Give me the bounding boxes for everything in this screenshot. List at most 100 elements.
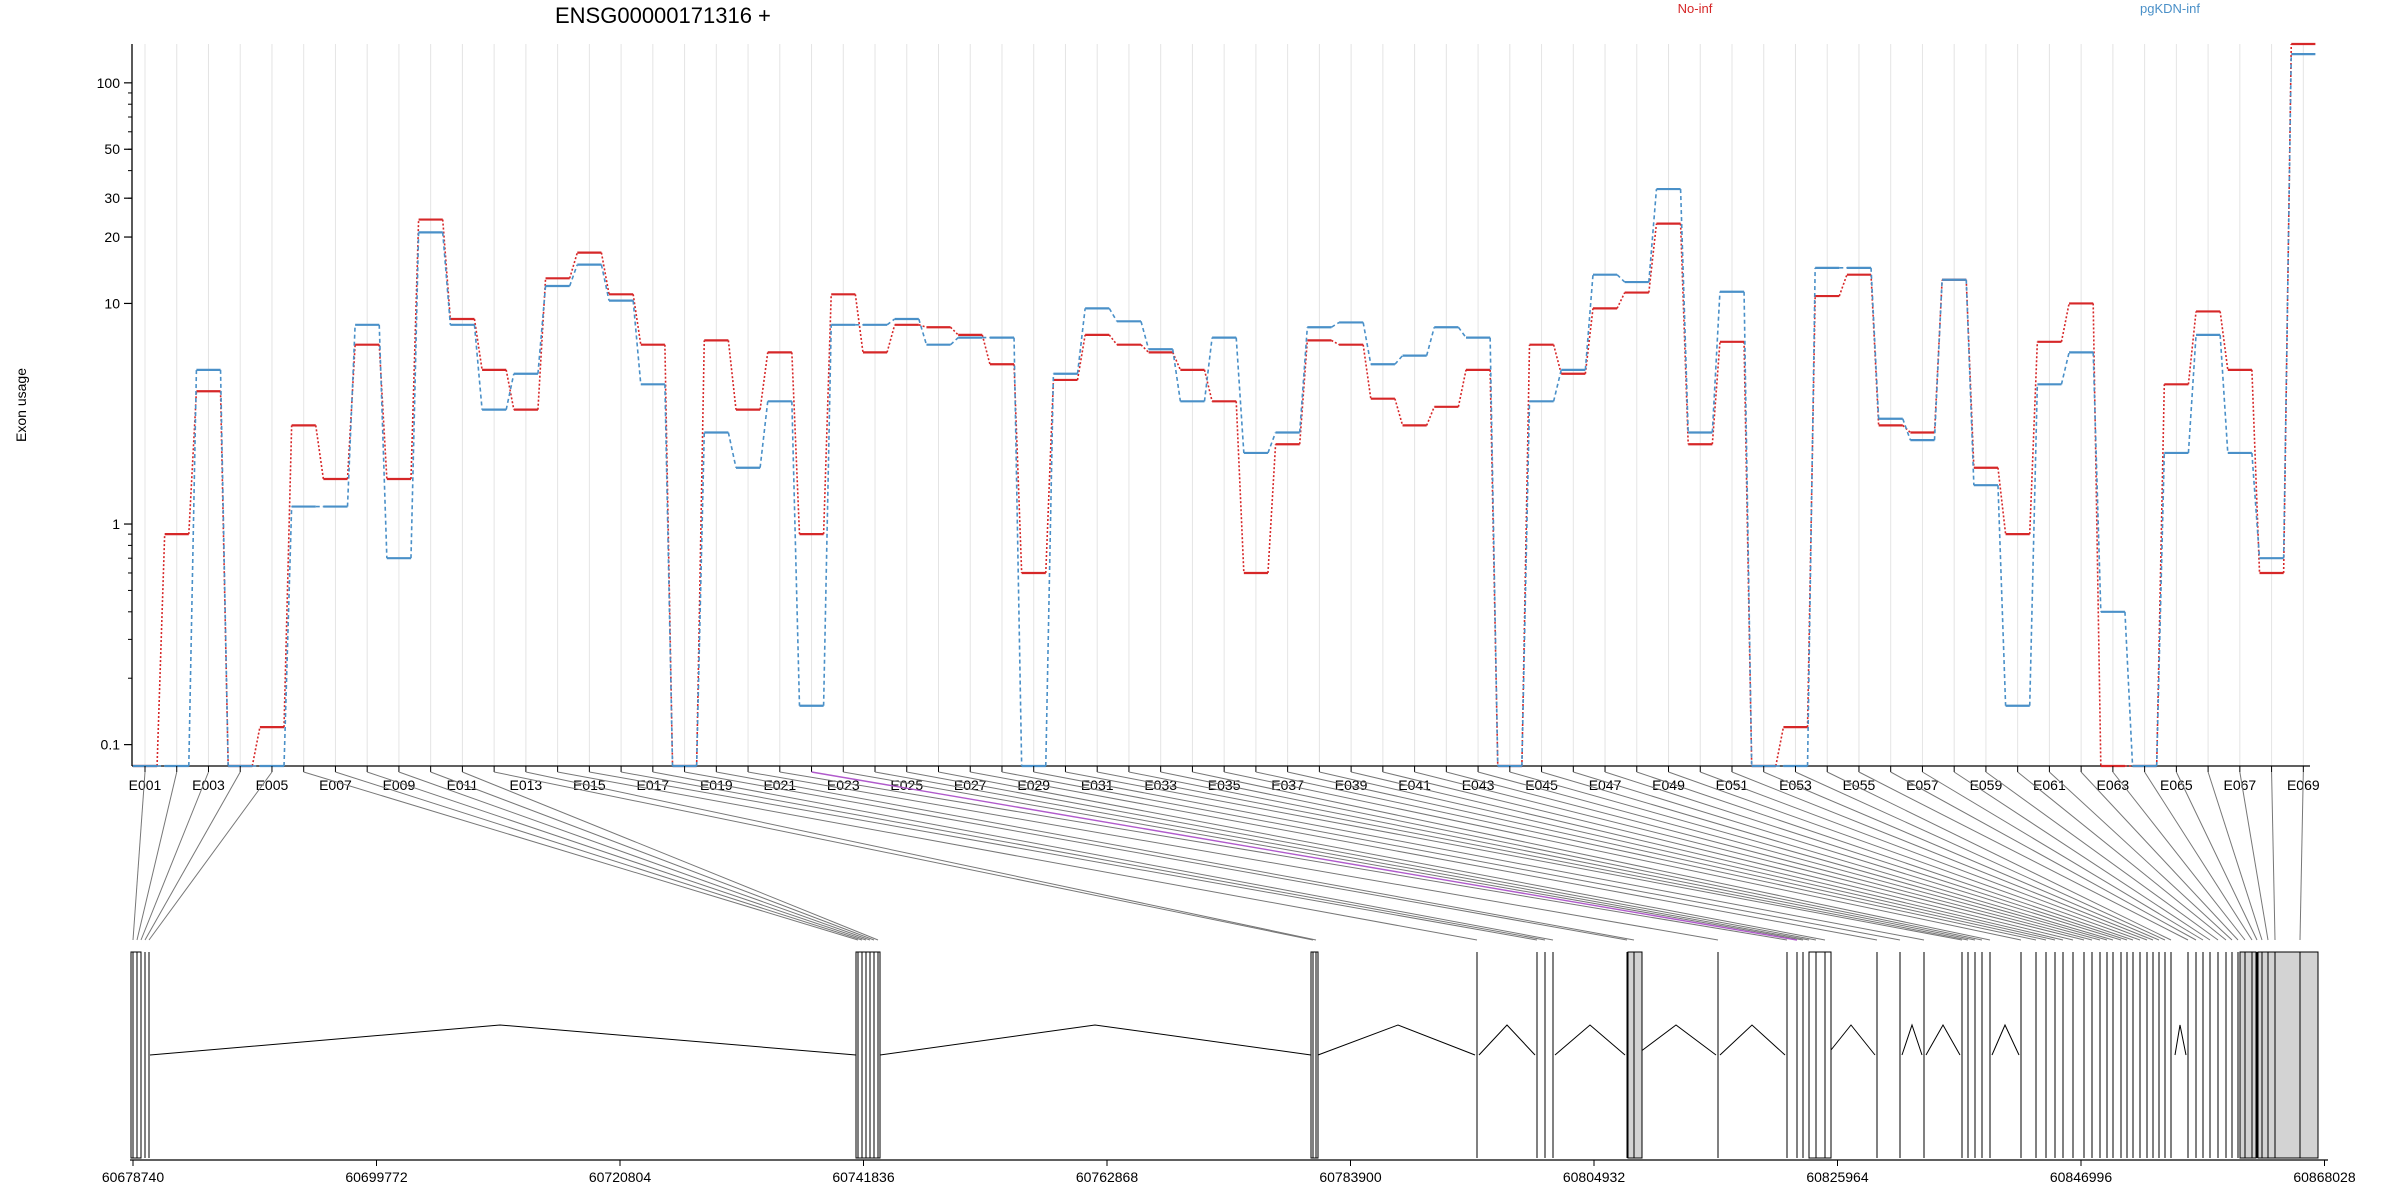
- connector-line: [886, 318, 896, 326]
- connector-line: [1394, 355, 1404, 365]
- genomic-tick-label: 60783900: [1319, 1169, 1382, 1185]
- exon-connector: [1446, 771, 2093, 941]
- x-tick-label: E005: [256, 777, 289, 793]
- connector-line: [759, 352, 769, 410]
- x-tick-label: E031: [1081, 777, 1114, 793]
- intron: [1719, 1024, 1786, 1056]
- exon-connector: [1319, 771, 2056, 941]
- connector-line: [1362, 344, 1372, 399]
- connector-line: [1679, 223, 1689, 445]
- exon-ticks: E001E003E005E007E009E011E013E015E017E019…: [129, 766, 2320, 793]
- chart: ENSG00000171316 + No-inf pgKDN-inf Exon …: [13, 1, 2356, 1185]
- connector-line: [1171, 349, 1182, 402]
- x-tick-label: E009: [383, 777, 416, 793]
- connector-line: [981, 334, 991, 365]
- connector-line: [1711, 341, 1721, 445]
- connector-line: [188, 369, 198, 767]
- connector-line: [1489, 337, 1499, 767]
- exon-connector: [398, 771, 871, 941]
- exon-box: [1627, 951, 1643, 1159]
- exon-connector: [1097, 771, 1969, 941]
- exon-connector: [2271, 771, 2276, 941]
- connector-line: [219, 369, 229, 767]
- connector-line: [1172, 352, 1182, 371]
- connector-line: [1521, 401, 1531, 767]
- exon-connector: [716, 771, 1635, 941]
- x-tick-label: E015: [573, 777, 606, 793]
- connector-line: [1965, 279, 1975, 486]
- connector-line: [378, 324, 388, 559]
- connector-line: [1457, 369, 1467, 407]
- connector-line: [156, 534, 166, 767]
- connector-line: [2219, 311, 2229, 370]
- connector-line: [505, 369, 515, 410]
- connector-line: [1076, 308, 1086, 374]
- connector-line: [1425, 406, 1436, 426]
- exon-box: [2239, 951, 2257, 1159]
- exon-connector: [2049, 771, 2233, 941]
- connector-line: [727, 340, 737, 410]
- connector-line: [314, 425, 325, 480]
- chart-title: ENSG00000171316 +: [555, 3, 771, 28]
- genomic-tick-label: 60678740: [102, 1169, 165, 1185]
- connector-line: [1552, 369, 1563, 402]
- connector-line: [2124, 611, 2134, 767]
- genomic-ticks: 60678740 60699772 60720804 60741836 60762868…: [102, 1160, 2356, 1185]
- y-tick-label: 100: [97, 75, 121, 91]
- y-ticks: 0.1 1 10 20 30 50 100: [97, 75, 132, 753]
- connector-line: [410, 219, 420, 480]
- x-tick-label: E003: [192, 777, 225, 793]
- exon-connector: [970, 771, 1878, 941]
- connector-line: [1267, 444, 1277, 574]
- intron: [1478, 1024, 1536, 1056]
- legend-no-inf: No-inf: [1678, 1, 1713, 16]
- connector-line: [1331, 321, 1340, 328]
- x-tick-label: E001: [129, 777, 162, 793]
- exon-connector: [430, 771, 875, 941]
- y-tick-label: 10: [104, 295, 120, 311]
- connector-line: [346, 324, 356, 507]
- exon-connector: [589, 771, 1538, 941]
- genomic-tick-label: 60699772: [345, 1169, 408, 1185]
- exon-connector: [938, 771, 1826, 941]
- y-tick-label: 20: [104, 229, 120, 245]
- connector-line: [1235, 401, 1245, 574]
- connector-line: [1933, 279, 1943, 441]
- connector-line: [1044, 373, 1055, 767]
- genomic-tick-label: 60868028: [2293, 1169, 2356, 1185]
- connector-line: [2219, 334, 2229, 454]
- x-tick-label: E027: [954, 777, 987, 793]
- connector-line: [2251, 369, 2261, 573]
- exon-connector: [148, 771, 273, 941]
- exon-connector: [1858, 771, 2189, 941]
- connector-line: [1648, 223, 1658, 293]
- connector-line: [1997, 485, 2007, 706]
- exon-connector: [2299, 771, 2304, 941]
- genomic-tick-label: 60741836: [832, 1169, 895, 1185]
- connector-line: [1616, 274, 1626, 283]
- genomic-tick-label: 60846996: [2050, 1169, 2113, 1185]
- exon-connector: [843, 771, 1804, 941]
- exon-connector: [1890, 771, 2197, 941]
- connector-line: [2060, 303, 2070, 342]
- connector-line: [537, 278, 547, 410]
- exon-box: [2257, 951, 2319, 1159]
- connector-line: [2282, 54, 2293, 559]
- connector-line: [727, 432, 737, 468]
- exon-connector: [144, 771, 241, 941]
- connector-line: [1425, 327, 1436, 356]
- exon-connector: [652, 771, 1554, 941]
- exon-box: [1808, 951, 1832, 1159]
- x-tick-label: E063: [2097, 777, 2130, 793]
- connector-line: [695, 432, 706, 767]
- y-tick-label: 50: [104, 141, 120, 157]
- connector-line: [2155, 452, 2166, 767]
- connector-line: [251, 727, 261, 767]
- intron: [2174, 1024, 2187, 1056]
- connector-line: [568, 264, 579, 287]
- intron: [1826, 1024, 1876, 1056]
- exon-box: [855, 951, 881, 1159]
- connector-line: [283, 425, 293, 728]
- exon-connector: [1985, 771, 2219, 941]
- intron: [1925, 1023, 1961, 1056]
